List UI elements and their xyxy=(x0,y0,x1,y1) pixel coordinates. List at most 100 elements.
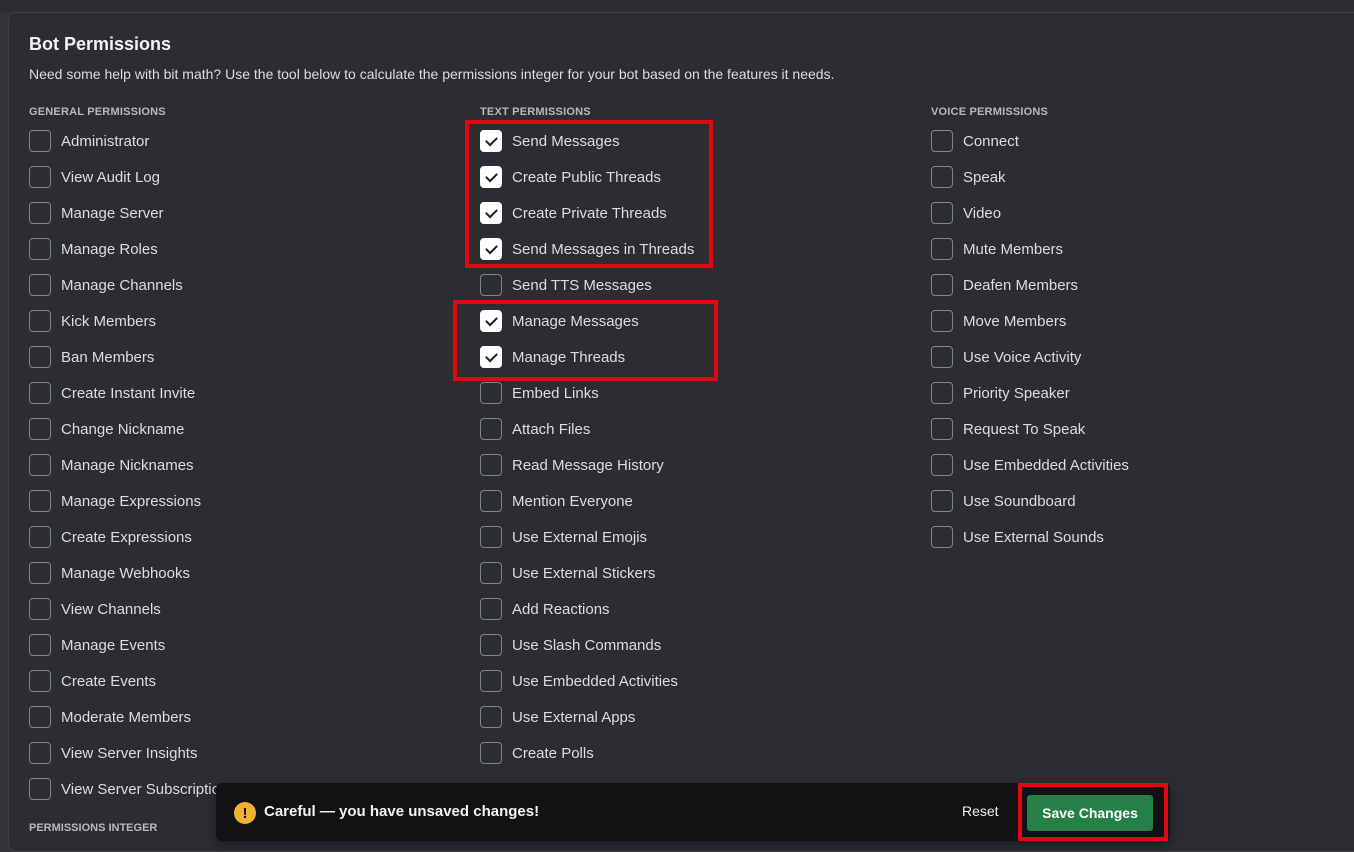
save-changes-button[interactable]: Save Changes xyxy=(1027,795,1153,831)
permission-use-external-emojis[interactable]: Use External Emojis xyxy=(480,519,694,555)
permission-checkbox[interactable] xyxy=(29,562,51,584)
permission-ban-members[interactable]: Ban Members xyxy=(29,339,220,375)
permission-checkbox[interactable] xyxy=(480,310,502,332)
permission-manage-threads[interactable]: Manage Threads xyxy=(480,339,694,375)
permission-create-private-threads[interactable]: Create Private Threads xyxy=(480,195,694,231)
permission-checkbox[interactable] xyxy=(29,166,51,188)
permission-checkbox[interactable] xyxy=(931,202,953,224)
permission-checkbox[interactable] xyxy=(29,706,51,728)
permission-checkbox[interactable] xyxy=(480,706,502,728)
permission-checkbox[interactable] xyxy=(29,310,51,332)
permission-checkbox[interactable] xyxy=(480,454,502,476)
permission-use-external-apps[interactable]: Use External Apps xyxy=(480,699,694,735)
permission-send-messages[interactable]: Send Messages xyxy=(480,123,694,159)
permission-checkbox[interactable] xyxy=(931,238,953,260)
permission-checkbox[interactable] xyxy=(480,130,502,152)
permission-checkbox[interactable] xyxy=(29,418,51,440)
permission-checkbox[interactable] xyxy=(480,670,502,692)
permission-send-messages-in-threads[interactable]: Send Messages in Threads xyxy=(480,231,694,267)
permission-kick-members[interactable]: Kick Members xyxy=(29,303,220,339)
permission-create-events[interactable]: Create Events xyxy=(29,663,220,699)
permission-checkbox[interactable] xyxy=(29,346,51,368)
permission-view-audit-log[interactable]: View Audit Log xyxy=(29,159,220,195)
permission-checkbox[interactable] xyxy=(931,274,953,296)
permission-send-tts-messages[interactable]: Send TTS Messages xyxy=(480,267,694,303)
permission-administrator[interactable]: Administrator xyxy=(29,123,220,159)
permission-checkbox[interactable] xyxy=(480,742,502,764)
permission-move-members[interactable]: Move Members xyxy=(931,303,1129,339)
permission-manage-channels[interactable]: Manage Channels xyxy=(29,267,220,303)
permission-manage-expressions[interactable]: Manage Expressions xyxy=(29,483,220,519)
permission-checkbox[interactable] xyxy=(29,490,51,512)
permission-checkbox[interactable] xyxy=(29,598,51,620)
permission-manage-webhooks[interactable]: Manage Webhooks xyxy=(29,555,220,591)
permission-checkbox[interactable] xyxy=(931,346,953,368)
permission-mention-everyone[interactable]: Mention Everyone xyxy=(480,483,694,519)
permission-checkbox[interactable] xyxy=(29,238,51,260)
permission-checkbox[interactable] xyxy=(29,526,51,548)
permission-read-message-history[interactable]: Read Message History xyxy=(480,447,694,483)
permission-checkbox[interactable] xyxy=(480,490,502,512)
permission-create-polls[interactable]: Create Polls xyxy=(480,735,694,771)
reset-button[interactable]: Reset xyxy=(962,803,999,819)
permission-use-embedded-activities[interactable]: Use Embedded Activities xyxy=(480,663,694,699)
permission-use-external-sounds[interactable]: Use External Sounds xyxy=(931,519,1129,555)
permission-checkbox[interactable] xyxy=(480,598,502,620)
permission-deafen-members[interactable]: Deafen Members xyxy=(931,267,1129,303)
permission-mute-members[interactable]: Mute Members xyxy=(931,231,1129,267)
permission-checkbox[interactable] xyxy=(29,454,51,476)
permission-speak[interactable]: Speak xyxy=(931,159,1129,195)
permission-checkbox[interactable] xyxy=(29,130,51,152)
permission-checkbox[interactable] xyxy=(480,346,502,368)
permission-use-soundboard[interactable]: Use Soundboard xyxy=(931,483,1129,519)
permission-embed-links[interactable]: Embed Links xyxy=(480,375,694,411)
permission-checkbox[interactable] xyxy=(931,310,953,332)
permission-view-server-insights[interactable]: View Server Insights xyxy=(29,735,220,771)
permission-checkbox[interactable] xyxy=(29,778,51,800)
permission-change-nickname[interactable]: Change Nickname xyxy=(29,411,220,447)
permission-add-reactions[interactable]: Add Reactions xyxy=(480,591,694,627)
permission-use-slash-commands[interactable]: Use Slash Commands xyxy=(480,627,694,663)
permission-checkbox[interactable] xyxy=(480,166,502,188)
permission-checkbox[interactable] xyxy=(931,166,953,188)
permission-checkbox[interactable] xyxy=(931,130,953,152)
permission-checkbox[interactable] xyxy=(29,742,51,764)
permission-connect[interactable]: Connect xyxy=(931,123,1129,159)
permission-manage-messages[interactable]: Manage Messages xyxy=(480,303,694,339)
permission-checkbox[interactable] xyxy=(480,382,502,404)
permission-view-channels[interactable]: View Channels xyxy=(29,591,220,627)
permission-manage-events[interactable]: Manage Events xyxy=(29,627,220,663)
permission-checkbox[interactable] xyxy=(931,526,953,548)
permission-checkbox[interactable] xyxy=(931,454,953,476)
permission-use-voice-activity[interactable]: Use Voice Activity xyxy=(931,339,1129,375)
permission-video[interactable]: Video xyxy=(931,195,1129,231)
permission-create-instant-invite[interactable]: Create Instant Invite xyxy=(29,375,220,411)
permission-checkbox[interactable] xyxy=(29,382,51,404)
permission-checkbox[interactable] xyxy=(29,202,51,224)
permission-checkbox[interactable] xyxy=(480,202,502,224)
permission-manage-server[interactable]: Manage Server xyxy=(29,195,220,231)
permission-checkbox[interactable] xyxy=(29,670,51,692)
permission-checkbox[interactable] xyxy=(480,274,502,296)
permission-attach-files[interactable]: Attach Files xyxy=(480,411,694,447)
permission-request-to-speak[interactable]: Request To Speak xyxy=(931,411,1129,447)
permission-use-embedded-activities[interactable]: Use Embedded Activities xyxy=(931,447,1129,483)
permission-create-public-threads[interactable]: Create Public Threads xyxy=(480,159,694,195)
permission-checkbox[interactable] xyxy=(480,562,502,584)
permission-checkbox[interactable] xyxy=(931,490,953,512)
permission-checkbox[interactable] xyxy=(480,634,502,656)
permission-manage-roles[interactable]: Manage Roles xyxy=(29,231,220,267)
permission-checkbox[interactable] xyxy=(931,382,953,404)
permission-create-expressions[interactable]: Create Expressions xyxy=(29,519,220,555)
permission-moderate-members[interactable]: Moderate Members xyxy=(29,699,220,735)
permission-manage-nicknames[interactable]: Manage Nicknames xyxy=(29,447,220,483)
permission-checkbox[interactable] xyxy=(480,238,502,260)
permission-checkbox[interactable] xyxy=(931,418,953,440)
permission-checkbox[interactable] xyxy=(29,274,51,296)
permission-use-external-stickers[interactable]: Use External Stickers xyxy=(480,555,694,591)
permission-checkbox[interactable] xyxy=(480,418,502,440)
permission-checkbox[interactable] xyxy=(29,634,51,656)
permission-checkbox[interactable] xyxy=(480,526,502,548)
permission-view-server-subscriptio[interactable]: View Server Subscriptio xyxy=(29,771,220,807)
permission-priority-speaker[interactable]: Priority Speaker xyxy=(931,375,1129,411)
